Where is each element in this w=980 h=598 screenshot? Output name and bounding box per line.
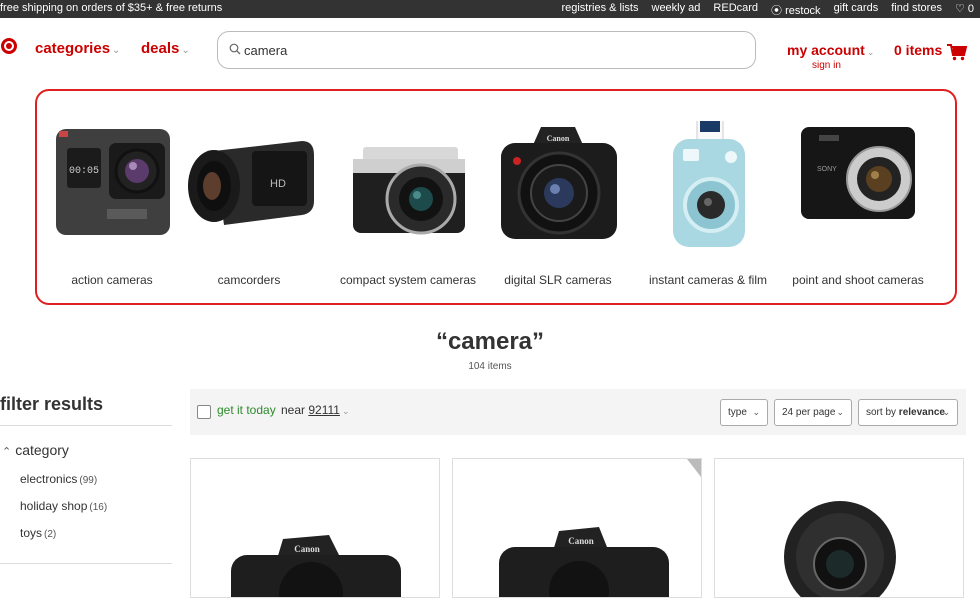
type-dropdown[interactable]: type ⌄ [720, 399, 768, 426]
categories-label: categories [35, 40, 111, 57]
my-account-menu[interactable]: my account ⌄ [787, 42, 874, 58]
shipping-promo[interactable]: free shipping on orders of $35+ & free r… [0, 2, 222, 14]
product-brand: Canon [294, 544, 320, 554]
near-label: near [281, 403, 306, 417]
store-location: near 92111 ⌄ [281, 403, 350, 417]
get-it-today-label[interactable]: get it today [217, 403, 276, 417]
deals-menu[interactable]: deals ⌄ [141, 40, 190, 57]
dslr-camera-icon: Canon [231, 535, 401, 597]
facet-item-label: holiday shop [20, 499, 88, 513]
cart-icon[interactable] [946, 43, 968, 61]
weekly-ad-link[interactable]: weekly ad [652, 2, 701, 18]
facet-item-holiday-shop[interactable]: holiday shop (16) [20, 499, 107, 513]
instant-camera-icon [673, 121, 745, 247]
sort-prefix: sort by [866, 407, 897, 418]
chevron-down-icon: ⌄ [112, 45, 121, 56]
search-box[interactable] [217, 31, 756, 69]
dslr-camera-icon: Canon [501, 127, 617, 239]
category-action-cameras[interactable]: 00:05 action cameras [37, 121, 187, 296]
chevron-down-icon: ⌄ [341, 406, 350, 416]
compact-system-camera-icon [353, 147, 465, 235]
category-dslr-cameras[interactable]: Canon digital SLR cameras [483, 121, 633, 296]
category-label: digital SLR cameras [504, 273, 612, 287]
redcard-link[interactable]: REDcard [713, 2, 758, 18]
per-page-dropdown[interactable]: 24 per page ⌄ [774, 399, 852, 426]
divider [0, 563, 172, 564]
divider [0, 425, 172, 426]
facet-item-toys[interactable]: toys (2) [20, 526, 56, 540]
category-label: camcorders [217, 273, 281, 287]
find-stores-link[interactable]: find stores [891, 2, 942, 18]
my-account-label: my account [787, 42, 865, 58]
cart-count[interactable]: 0 items [894, 42, 942, 58]
per-page-label: 24 per page [782, 407, 836, 418]
round-camera-icon [784, 501, 896, 597]
facet-item-count: (99) [79, 475, 98, 486]
action-camera-icon: 00:05 [56, 129, 170, 235]
page-fold-icon [687, 459, 701, 477]
categories-menu[interactable]: categories ⌄ [35, 40, 120, 57]
point-and-shoot-camera-icon: SONY [801, 127, 915, 219]
sign-in-link[interactable]: sign in [812, 60, 841, 71]
category-camcorders[interactable]: HD camcorders [174, 121, 324, 296]
category-compact-system-cameras[interactable]: compact system cameras [333, 121, 483, 296]
dslr-camera-icon: Canon [499, 527, 669, 597]
svg-text:HD: HD [270, 178, 286, 190]
category-point-and-shoot-cameras[interactable]: SONY point and shoot cameras [783, 121, 933, 296]
utility-links: registries & lists weekly ad REDcard ⦿ r… [561, 2, 974, 18]
sort-value: relevance [898, 407, 945, 418]
chevron-down-icon: ⌄ [866, 47, 875, 57]
category-label: point and shoot cameras [792, 273, 924, 287]
svg-text:SONY: SONY [817, 166, 837, 173]
sort-dropdown[interactable]: sort by relevance ⌄ [858, 399, 958, 426]
utility-bar: free shipping on orders of $35+ & free r… [0, 0, 980, 18]
chevron-up-icon: ⌃ [2, 446, 12, 458]
zip-code-link[interactable]: 92111 [308, 403, 340, 417]
results-toolbar: get it today near 92111 ⌄ type ⌄ 24 per p… [190, 389, 966, 435]
deals-label: deals [141, 40, 180, 57]
site-header: categories⌄ deals⌄ my account⌄ sign in 0… [0, 18, 980, 82]
svg-text:Canon: Canon [547, 134, 570, 143]
chevron-down-icon: ⌄ [942, 407, 950, 417]
category-instant-cameras[interactable]: instant cameras & film [633, 121, 783, 296]
facet-item-label: electronics [20, 472, 78, 486]
category-facet-label: category [15, 442, 69, 458]
facet-item-count: (2) [44, 529, 57, 540]
category-label: action cameras [71, 273, 153, 287]
product-card[interactable]: Canon [190, 458, 440, 598]
category-label: instant cameras & film [648, 273, 768, 287]
search-query-title: “camera” [435, 328, 545, 355]
type-dropdown-label: type [728, 407, 747, 418]
product-card[interactable]: Canon [452, 458, 702, 598]
search-icon [229, 43, 241, 55]
category-facet-toggle[interactable]: ⌃ category [2, 442, 69, 458]
chevron-down-icon: ⌄ [752, 407, 760, 417]
svg-text:00:05: 00:05 [69, 166, 99, 177]
facet-item-label: toys [20, 526, 43, 540]
target-logo-icon[interactable] [1, 38, 17, 54]
search-input[interactable] [244, 41, 744, 59]
category-label: compact system cameras [339, 273, 477, 287]
get-it-today-checkbox[interactable] [197, 405, 211, 419]
facet-item-count: (16) [89, 502, 108, 513]
registries-link[interactable]: registries & lists [561, 2, 638, 18]
gift-cards-link[interactable]: gift cards [834, 2, 879, 18]
facet-item-electronics[interactable]: electronics (99) [20, 472, 97, 486]
camera-categories-panel: 00:05 action cameras HD camcorders compa… [35, 89, 957, 305]
result-count: 104 items [468, 361, 512, 372]
filter-results-heading: filter results [0, 394, 104, 414]
favorites-link[interactable]: ♡ 0 [955, 2, 974, 18]
product-brand: Canon [568, 536, 594, 546]
chevron-down-icon: ⌄ [836, 407, 844, 417]
chevron-down-icon: ⌄ [181, 45, 190, 56]
restock-link[interactable]: ⦿ restock [771, 2, 821, 18]
camcorder-icon: HD [188, 141, 314, 225]
product-card[interactable] [714, 458, 964, 598]
